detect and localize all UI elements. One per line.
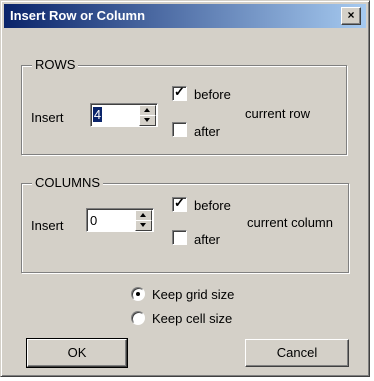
rows-legend: ROWS [32, 57, 79, 72]
columns-legend: COLUMNS [32, 175, 104, 190]
rows-after-label: after [194, 124, 221, 139]
arrow-up-icon [140, 213, 146, 217]
columns-after-checkbox[interactable] [172, 230, 187, 245]
columns-before-checkbox[interactable]: ✓ [172, 195, 187, 212]
title-bar[interactable]: Insert Row or Column × [4, 4, 366, 28]
keep-grid-size-label: Keep grid size [152, 287, 235, 302]
check-icon: ✓ [174, 84, 185, 99]
rows-before-checkbox[interactable]: ✓ [172, 84, 187, 101]
dialog-title: Insert Row or Column [10, 8, 146, 23]
rows-count-stepper[interactable]: 4 [90, 103, 158, 127]
columns-count-down-button[interactable] [135, 220, 152, 231]
rows-insert-label: Insert [31, 110, 64, 125]
columns-after-label: after [194, 232, 221, 247]
columns-count-input[interactable] [90, 212, 134, 228]
insert-row-column-dialog: Insert Row or Column × ROWS Insert 4 ✓ b… [0, 0, 370, 377]
rows-count-value[interactable]: 4 [93, 107, 102, 122]
close-icon: × [347, 8, 355, 22]
rows-suffix-label: current row [245, 106, 311, 121]
close-button[interactable]: × [341, 7, 361, 25]
rows-after-checkbox[interactable] [172, 122, 187, 137]
cancel-button[interactable]: Cancel [245, 339, 349, 367]
rows-count-down-button[interactable] [139, 115, 156, 126]
keep-grid-size-radio[interactable] [131, 287, 145, 301]
ok-button[interactable]: OK [27, 339, 127, 367]
columns-insert-label: Insert [31, 218, 64, 233]
columns-suffix-label: current column [247, 215, 333, 230]
arrow-up-icon [144, 108, 150, 112]
keep-cell-size-radio[interactable] [131, 311, 145, 325]
radio-selected-dot [136, 292, 140, 296]
arrow-down-icon [144, 118, 150, 122]
columns-count-stepper[interactable] [86, 208, 154, 232]
keep-cell-size-label: Keep cell size [152, 311, 233, 326]
columns-before-label: before [194, 198, 231, 213]
rows-before-label: before [194, 87, 231, 102]
check-icon: ✓ [174, 195, 185, 210]
arrow-down-icon [140, 223, 146, 227]
